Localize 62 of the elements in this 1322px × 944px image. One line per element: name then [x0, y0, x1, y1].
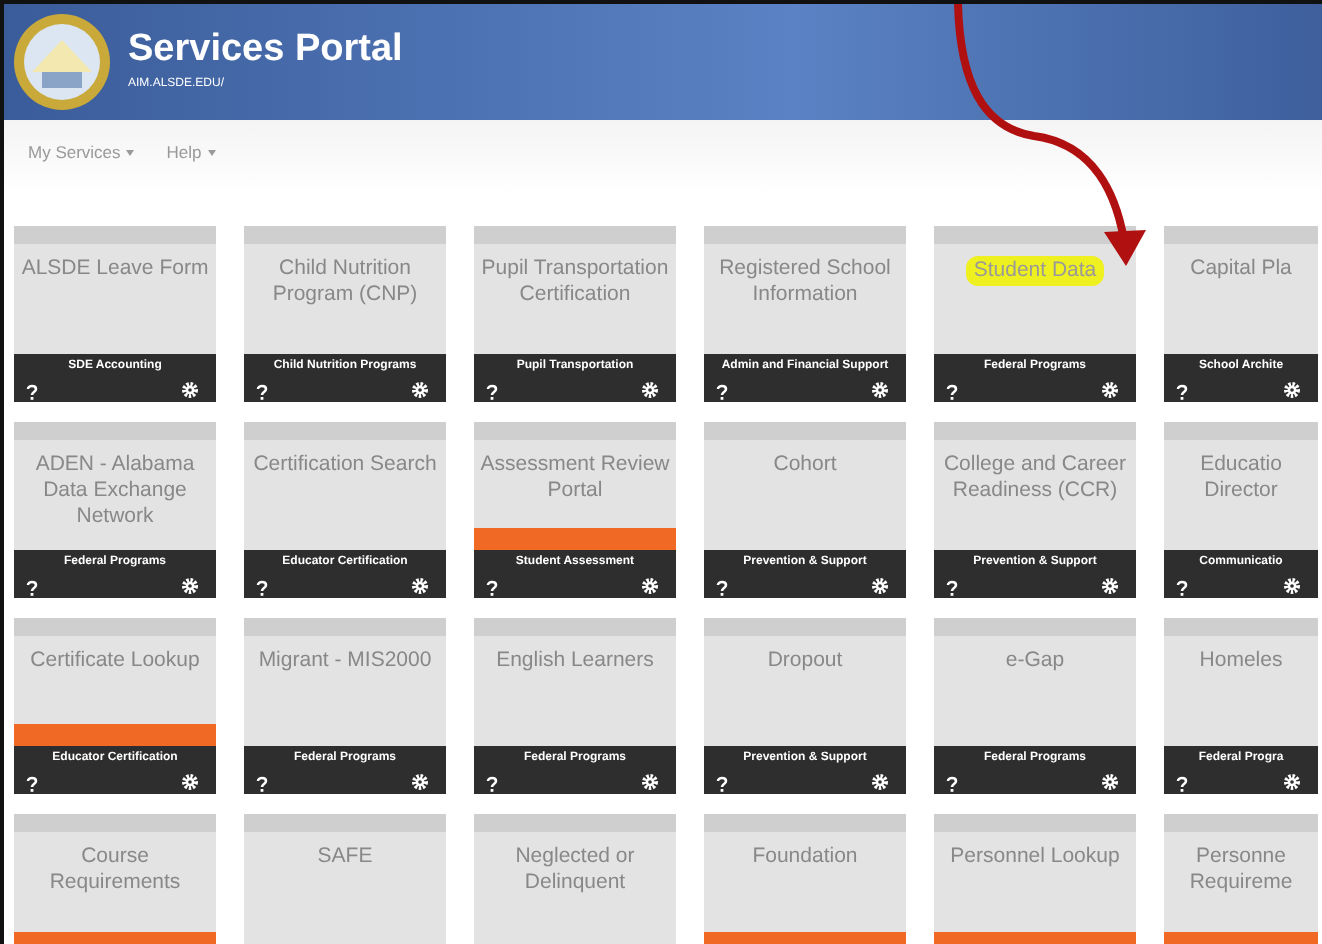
help-icon[interactable]	[486, 580, 498, 596]
tile-title: Cohort	[771, 452, 839, 479]
tile-title: Certification Search	[251, 452, 439, 479]
gear-icon[interactable]	[412, 578, 428, 594]
tile-title: College and Career Readiness (CCR)	[941, 452, 1129, 505]
tile-title: Capital Pla	[1188, 256, 1294, 283]
help-icon[interactable]	[26, 384, 38, 400]
tile-title: Certificate Lookup	[28, 648, 202, 675]
tile-title: English Learners	[494, 648, 656, 675]
tile-title: Educatio Director	[1198, 452, 1284, 505]
tile-title: Foundation	[750, 844, 860, 871]
tile-title: ADEN - Alabama Data Exchange Network	[33, 452, 197, 531]
tile-title: Student Data	[965, 256, 1105, 287]
help-icon[interactable]	[486, 776, 498, 792]
gear-icon[interactable]	[1102, 774, 1118, 790]
gear-icon[interactable]	[412, 774, 428, 790]
gear-icon[interactable]	[182, 382, 198, 398]
seal-logo-icon	[12, 12, 112, 112]
gear-icon[interactable]	[1284, 774, 1300, 790]
tile-title: e-Gap	[1003, 648, 1067, 675]
tile-title: Personnel Lookup	[948, 844, 1122, 871]
gear-icon[interactable]	[872, 382, 888, 398]
gear-icon[interactable]	[642, 382, 658, 398]
help-icon[interactable]	[486, 384, 498, 400]
help-icon[interactable]	[716, 384, 728, 400]
gear-icon[interactable]	[642, 774, 658, 790]
gear-icon[interactable]	[182, 774, 198, 790]
tile-title: SAFE	[315, 844, 375, 871]
gear-icon[interactable]	[1102, 382, 1118, 398]
tile-title: Migrant - MIS2000	[256, 648, 434, 675]
gear-icon[interactable]	[1102, 578, 1118, 594]
gear-icon[interactable]	[872, 578, 888, 594]
tile-title: Pupil Transportation Certification	[479, 256, 671, 309]
gear-icon[interactable]	[182, 578, 198, 594]
tile-title: Registered School Information	[717, 256, 893, 309]
tile-title: Dropout	[765, 648, 845, 675]
tile-title: Assessment Review Portal	[478, 452, 672, 505]
help-icon[interactable]	[1176, 384, 1188, 400]
help-icon[interactable]	[26, 776, 38, 792]
tile-title: Neglected or Delinquent	[513, 844, 637, 897]
gear-icon[interactable]	[412, 382, 428, 398]
help-icon[interactable]	[1176, 776, 1188, 792]
help-icon[interactable]	[256, 384, 268, 400]
portal-title: Services Portal	[128, 30, 403, 68]
help-icon[interactable]	[946, 580, 958, 596]
gear-icon[interactable]	[1284, 578, 1300, 594]
help-icon[interactable]	[256, 580, 268, 596]
help-icon[interactable]	[946, 776, 958, 792]
tile-title: Homeles	[1197, 648, 1285, 675]
help-icon[interactable]	[716, 580, 728, 596]
gear-icon[interactable]	[642, 578, 658, 594]
gear-icon[interactable]	[872, 774, 888, 790]
help-icon[interactable]	[1176, 580, 1188, 596]
tile-title: Child Nutrition Program (CNP)	[270, 256, 420, 309]
tile-title: ALSDE Leave Form	[19, 256, 211, 283]
help-icon[interactable]	[716, 776, 728, 792]
help-icon[interactable]	[946, 384, 958, 400]
tile-title: Personne Requireme	[1187, 844, 1295, 897]
tile-title: Course Requirements	[47, 844, 183, 897]
help-icon[interactable]	[256, 776, 268, 792]
gear-icon[interactable]	[1284, 382, 1300, 398]
help-icon[interactable]	[26, 580, 38, 596]
